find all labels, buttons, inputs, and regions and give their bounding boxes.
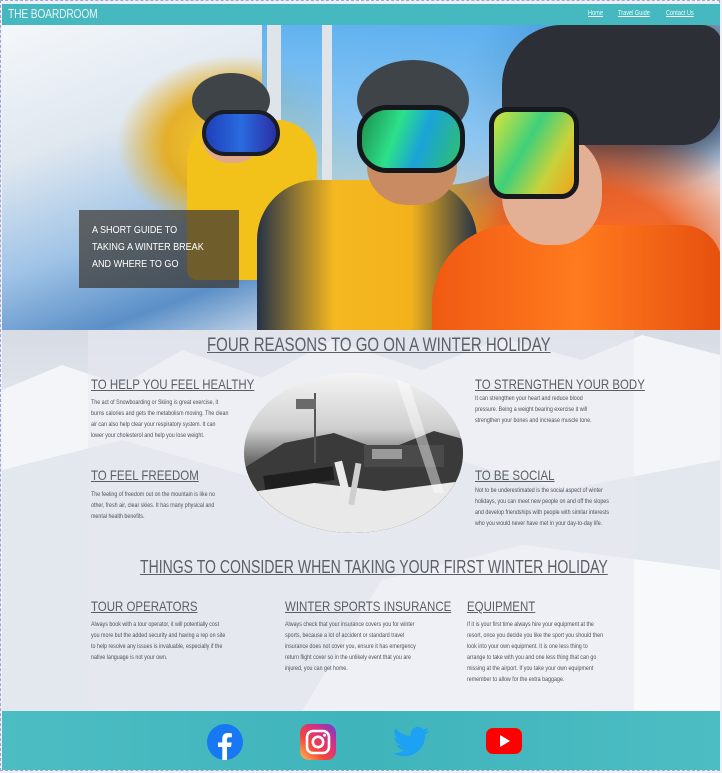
consider-text-equipment: If it is your first time always hire you… [467,621,604,683]
site-brand[interactable]: THE BOARDROOM [8,7,98,21]
reason-text-strengthen: It can strengthen your heart and reduce … [475,395,592,424]
main-content: FOUR REASONS TO GO ON A WINTER HOLIDAY T… [2,330,720,711]
twitter-icon[interactable] [393,726,429,762]
reason-text-healthy: The act of Snowboarding or Skiing is gre… [91,399,229,439]
footer [2,711,720,770]
nav-link-home[interactable]: Home [588,10,603,17]
nav-link-contact-us[interactable]: Contact Us [666,10,694,17]
consider-heading-tour-operators: TOUR OPERATORS [91,598,198,614]
top-navbar: THE BOARDROOM Home Travel Guide Contact … [2,4,720,25]
hero-caption-box: A SHORT GUIDE TO TAKING A WINTER BREAK A… [79,210,239,288]
reason-heading-freedom: TO FEEL FREEDOM [91,467,199,483]
consider-text-tour-operators: Always book with a tour operator, it wil… [91,621,226,661]
skier-right-goggles [489,107,579,199]
reason-text-freedom: The feeling of freedom out on the mounta… [91,491,215,520]
reason-heading-social: TO BE SOCIAL [475,467,555,483]
hero-image: A SHORT GUIDE TO TAKING A WINTER BREAK A… [2,25,720,330]
reason-heading-strengthen: TO STRENGTHEN YOUR BODY [475,376,645,392]
reasons-title: FOUR REASONS TO GO ON A WINTER HOLIDAY [207,335,551,356]
consider-text-insurance: Always check that your insurance covers … [285,621,416,672]
hero-caption-text: A SHORT GUIDE TO TAKING A WINTER BREAK A… [92,224,204,270]
reason-heading-healthy: TO HELP YOU FEEL HEALTHY [91,376,255,392]
youtube-icon[interactable] [486,727,522,763]
consider-title: THINGS TO CONSIDER WHEN TAKING YOUR FIRS… [140,557,608,577]
consider-heading-equipment: EQUIPMENT [467,598,536,614]
nav-link-travel-guide[interactable]: Travel Guide [618,10,650,17]
skier-right-jacket [432,225,720,330]
reason-text-social: Not to be underestimated is the social a… [475,487,609,527]
ski-resort-photo [244,373,463,533]
skier-left-goggles [202,110,280,156]
lift-pole [322,25,332,185]
facebook-icon[interactable] [207,724,243,760]
skier-center-goggles [357,105,465,173]
consider-heading-insurance: WINTER SPORTS INSURANCE [285,598,452,614]
instagram-icon[interactable] [300,724,336,760]
